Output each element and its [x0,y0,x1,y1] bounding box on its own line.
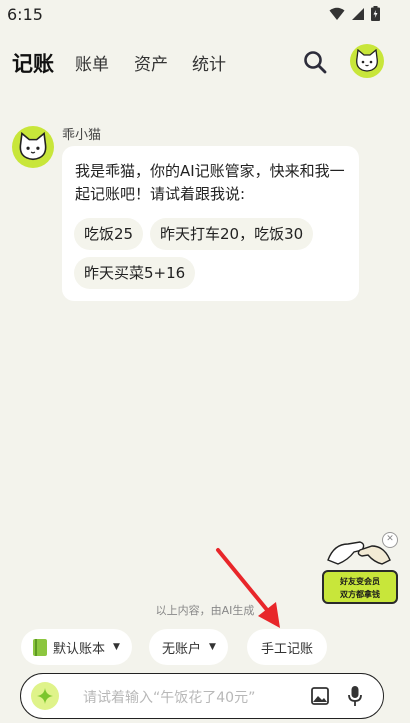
search-icon[interactable] [302,49,328,75]
annotation-arrow [216,548,280,628]
bot-message-text: 我是乖猫，你的AI记账管家，快来和我一起记账吧！请试着跟我说: [75,162,345,203]
cat-icon [19,132,47,161]
book-icon [33,638,47,656]
suggestion-chip[interactable]: 昨天打车20，吃饭30 [150,218,314,250]
ai-generated-note: 以上内容，由AI生成 [155,604,255,617]
close-icon[interactable]: ✕ [382,532,398,548]
manual-entry-button[interactable]: 手工记账 [247,629,328,665]
chat-input-bar[interactable]: 请试着输入“午饭花了40元” [20,673,384,719]
account-book-selector[interactable]: 默认账本 ▼ [21,629,132,665]
tab-statistics[interactable]: 统计 [192,50,226,75]
caret-down-icon: ▼ [113,642,120,652]
status-icons [329,6,380,21]
suggestion-chip[interactable]: 吃饭25 [74,218,144,250]
signal-icon [352,7,364,20]
promo-line-2: 双方都拿钱 [340,590,380,599]
tab-bills[interactable]: 账单 [75,50,109,75]
top-nav: 记账 账单 资产 统计 [0,40,410,84]
account-selector[interactable]: 无账户 ▼ [149,629,228,665]
sparkle-icon[interactable] [31,682,59,710]
caret-down-icon: ▼ [209,642,216,652]
manual-entry-label: 手工记账 [261,641,314,657]
promo-line-1: 好友变会员 [340,577,380,586]
suggestion-chip[interactable]: 昨天买菜5+16 [74,257,196,289]
tab-assets[interactable]: 资产 [134,50,168,75]
chat-input-placeholder[interactable]: 请试着输入“午饭花了40元” [83,687,255,707]
user-avatar[interactable] [350,44,384,78]
status-bar: 6:15 [0,0,410,30]
bot-avatar [12,126,54,168]
account-label: 无账户 [162,641,202,657]
microphone-icon[interactable] [348,685,362,707]
promo-tag: 好友变会员 双方都拿钱 [322,570,398,604]
status-time: 6:15 [7,5,43,24]
wifi-icon [329,7,345,20]
battery-icon [371,6,380,21]
image-icon[interactable] [311,687,329,705]
cat-icon [356,49,378,72]
tab-bookkeeping[interactable]: 记账 [12,48,54,78]
referral-promo[interactable]: ✕ 好友变会员 双方都拿钱 [318,530,400,608]
bot-name: 乖小猫 [62,128,102,143]
account-book-label: 默认账本 [53,641,106,657]
bot-message-bubble: 我是乖猫，你的AI记账管家，快来和我一起记账吧！请试着跟我说: 吃饭25 昨天打… [62,146,359,301]
